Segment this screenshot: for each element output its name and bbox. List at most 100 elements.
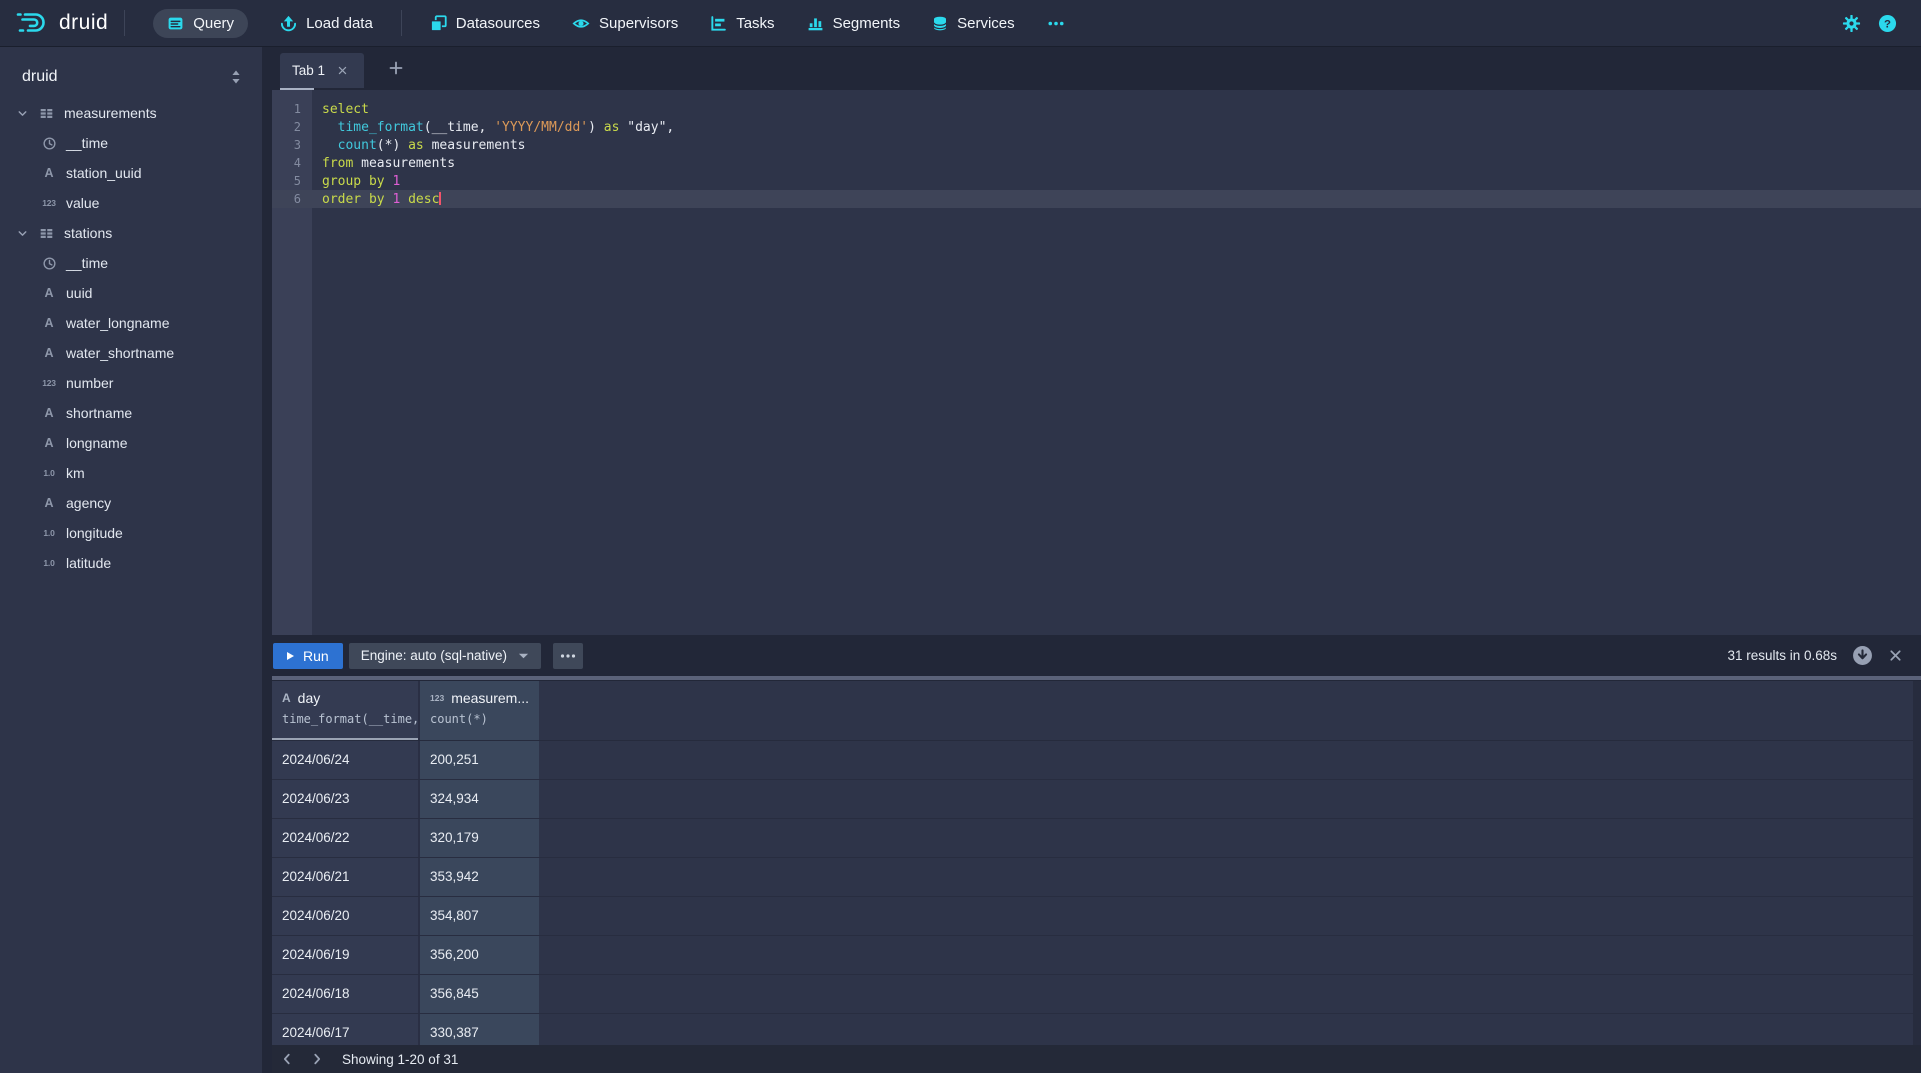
table-cell[interactable]: 2024/06/18 [272,975,420,1013]
column-name: station_uuid [66,165,142,181]
prev-page-button[interactable] [272,1045,302,1073]
table-cell[interactable]: 356,845 [420,975,539,1013]
table-item-stations[interactable]: stations [0,218,262,248]
code-line[interactable]: 2 time_format(__time, 'YYYY/MM/dd') as "… [272,118,1921,136]
column-item[interactable]: 1.0km [0,458,262,488]
table-cell[interactable]: 324,934 [420,780,539,818]
line-number: 4 [272,156,312,170]
table-cell[interactable]: 200,251 [420,741,539,779]
code-line[interactable]: 3 count(*) as measurements [272,136,1921,154]
code-text: group by 1 [312,174,400,189]
next-page-button[interactable] [302,1045,332,1073]
column-item[interactable]: Alongname [0,428,262,458]
supervisors-icon [572,15,590,32]
help-icon[interactable]: ? [1878,14,1897,33]
tab-close-icon[interactable] [337,65,348,76]
table-cell[interactable]: 356,200 [420,936,539,974]
druid-logo[interactable]: druid [16,9,108,37]
druid-logo-icon [16,9,50,37]
table-cell[interactable]: 354,807 [420,897,539,935]
column-item[interactable]: 1.0latitude [0,548,262,578]
table-item-measurements[interactable]: measurements [0,98,262,128]
code-line[interactable]: 4from measurements [272,154,1921,172]
code-text: time_format(__time, 'YYYY/MM/dd') as "da… [312,120,674,135]
new-tab-button[interactable] [388,60,404,76]
close-results-icon[interactable] [1888,648,1903,663]
nav-more-button[interactable] [1047,15,1065,32]
nav-item-segments[interactable]: Segments [807,15,901,32]
table-cell[interactable]: 320,179 [420,819,539,857]
code-line[interactable]: 1select [272,100,1921,118]
results-panel: A day time_format(__time, … 123 measurem… [272,681,1921,1073]
tab-query-1[interactable]: Tab 1 [280,53,364,88]
column-header-label: measurem... [451,690,529,706]
run-button[interactable]: Run [273,643,343,669]
table-cell[interactable]: 2024/06/22 [272,819,420,857]
text-cursor [439,192,441,205]
nav-item-label: Supervisors [599,15,678,32]
string-icon: A [38,166,60,180]
more-icon [1047,15,1065,32]
chevron-down-icon[interactable] [16,107,29,120]
table-cell[interactable]: 2024/06/20 [272,897,420,935]
nav-item-datasources[interactable]: Datasources [430,15,540,32]
table-name: stations [64,225,112,241]
nav-item-supervisors[interactable]: Supervisors [572,15,678,32]
brand-text: druid [59,11,108,35]
splitter-handle[interactable] [272,676,1921,680]
string-icon: A [38,286,60,300]
column-header-measurements[interactable]: 123 measurem... count(*) [420,681,539,740]
column-item[interactable]: 123number [0,368,262,398]
nav-item-services[interactable]: Services [932,15,1015,32]
column-name: water_longname [66,315,170,331]
sql-editor[interactable]: 1select2 time_format(__time, 'YYYY/MM/dd… [272,90,1921,635]
table-row: 2024/06/19356,200 [272,936,1921,975]
column-name: __time [66,135,108,151]
table-cell[interactable]: 2024/06/24 [272,741,420,779]
segments-icon [807,15,824,32]
column-item[interactable]: __time [0,248,262,278]
column-item[interactable]: Ashortname [0,398,262,428]
column-item[interactable]: Auuid [0,278,262,308]
table-cell[interactable]: 353,942 [420,858,539,896]
table-icon [39,106,54,121]
results-scrollbar[interactable] [1913,681,1921,1073]
column-item[interactable]: __time [0,128,262,158]
table-row: 2024/06/23324,934 [272,780,1921,819]
column-name: water_shortname [66,345,174,361]
column-item[interactable]: Awater_shortname [0,338,262,368]
table-row: 2024/06/22320,179 [272,819,1921,858]
table-row: 2024/06/21353,942 [272,858,1921,897]
datasources-icon [430,15,447,32]
column-item[interactable]: Awater_longname [0,308,262,338]
double-caret-vertical-icon[interactable] [228,68,244,86]
download-icon[interactable] [1852,645,1873,666]
column-name: agency [66,495,111,511]
pagination-bar: Showing 1-20 of 31 [272,1045,1921,1073]
nav-item-label: Load data [306,15,373,32]
chevron-down-icon[interactable] [16,227,29,240]
engine-select[interactable]: Engine: auto (sql-native) [349,643,541,669]
gear-icon[interactable] [1842,14,1861,33]
table-cell[interactable]: 2024/06/23 [272,780,420,818]
table-row: 2024/06/18356,845 [272,975,1921,1014]
column-item[interactable]: 123value [0,188,262,218]
top-navbar: druid Query Load data [0,0,1921,47]
code-line[interactable]: 5group by 1 [272,172,1921,190]
column-item[interactable]: Aagency [0,488,262,518]
query-more-button[interactable] [553,643,583,669]
nav-item-load-data[interactable]: Load data [280,15,373,32]
column-item[interactable]: Astation_uuid [0,158,262,188]
nav-item-tasks[interactable]: Tasks [710,15,774,32]
code-line[interactable]: 6order by 1 desc [272,190,1921,208]
column-item[interactable]: 1.0longitude [0,518,262,548]
string-icon: A [38,496,60,510]
table-cell[interactable]: 2024/06/21 [272,858,420,896]
column-header-day[interactable]: A day time_format(__time, … [272,681,420,740]
string-icon: A [38,406,60,420]
tasks-icon [710,15,727,32]
table-cell[interactable]: 2024/06/19 [272,936,420,974]
column-name: shortname [66,405,132,421]
table-icon [39,226,54,241]
nav-item-query[interactable]: Query [153,9,248,38]
